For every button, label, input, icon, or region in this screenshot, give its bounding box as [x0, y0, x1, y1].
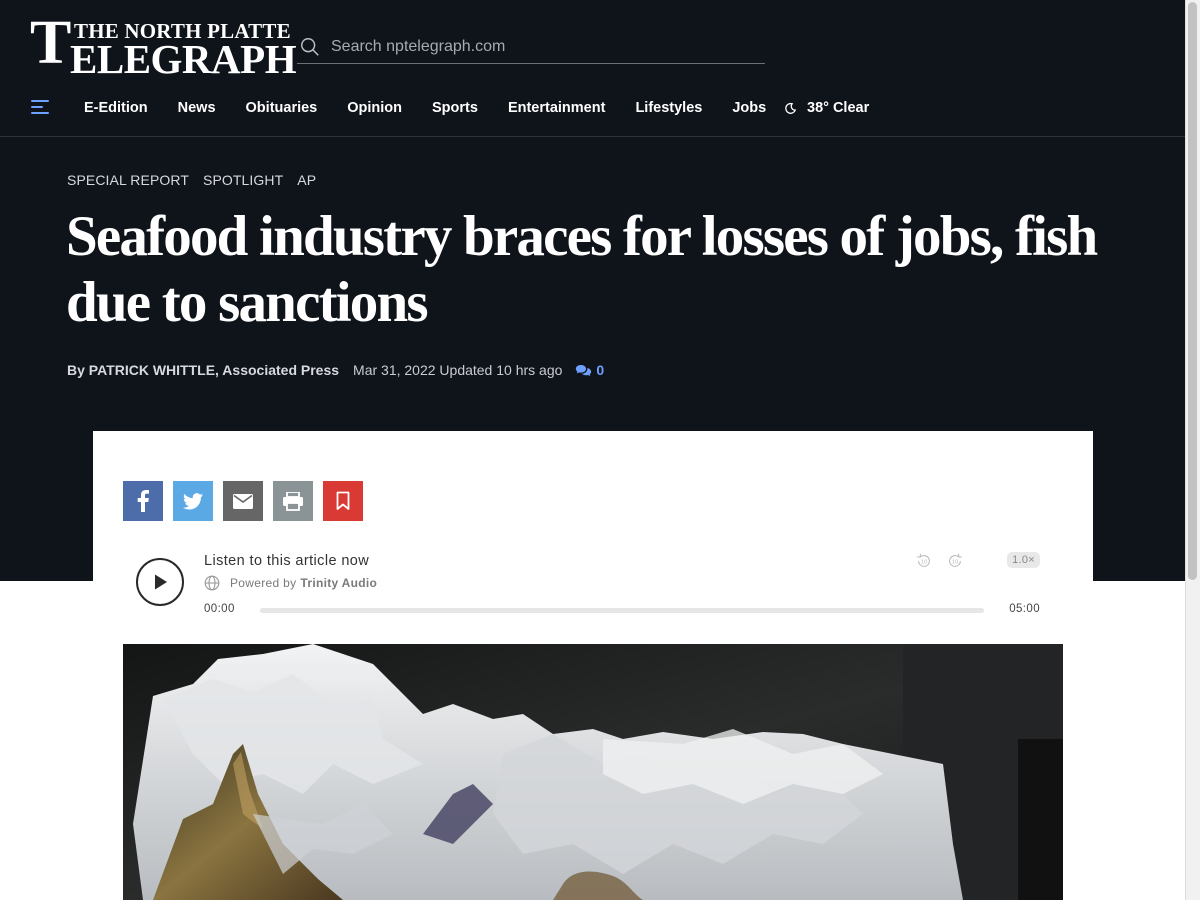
- kicker-spotlight[interactable]: SPOTLIGHT: [203, 172, 283, 188]
- moon-icon: [785, 102, 797, 114]
- article-kickers: SPECIAL REPORT SPOTLIGHT AP: [67, 172, 330, 188]
- article-headline: Seafood industry braces for losses of jo…: [66, 205, 1098, 334]
- nav-item-news[interactable]: News: [178, 100, 216, 116]
- audio-powered-by: Powered by Trinity Audio: [204, 575, 377, 591]
- share-twitter-button[interactable]: [173, 481, 213, 521]
- article-meta: By PATRICK WHITTLE, Associated Press Mar…: [67, 362, 604, 378]
- nav-items: E-Edition News Obituaries Opinion Sports…: [84, 100, 796, 116]
- play-icon: [155, 574, 167, 590]
- nav-item-opinion[interactable]: Opinion: [347, 100, 402, 116]
- search-input[interactable]: [331, 37, 751, 56]
- byline-prefix: By: [67, 362, 85, 378]
- audio-title: Listen to this article now: [204, 553, 370, 569]
- globe-icon: [204, 575, 220, 591]
- save-button[interactable]: [323, 481, 363, 521]
- svg-text:10: 10: [952, 560, 959, 566]
- photo-ice-fish-image: [123, 644, 1063, 900]
- audio-total-time: 05:00: [1009, 603, 1040, 615]
- comments-icon: [576, 364, 592, 376]
- nav-item-e-edition[interactable]: E-Edition: [84, 100, 148, 116]
- email-icon: [233, 493, 253, 509]
- print-button[interactable]: [273, 481, 313, 521]
- site-logo[interactable]: THE NORTH PLATTE T ELEGRAPH: [30, 12, 297, 80]
- logo-main-text: ELEGRAPH: [70, 36, 297, 82]
- nav-item-entertainment[interactable]: Entertainment: [508, 100, 606, 116]
- weather-widget[interactable]: 38° Clear: [784, 100, 869, 116]
- audio-player: Listen to this article now Powered by Tr…: [123, 541, 1043, 631]
- share-facebook-button[interactable]: [123, 481, 163, 521]
- page-scrollbar[interactable]: [1185, 0, 1200, 900]
- byline-author[interactable]: PATRICK WHITTLE, Associated Press: [89, 362, 339, 378]
- nav-item-jobs[interactable]: Jobs: [732, 100, 766, 116]
- search-icon[interactable]: [299, 36, 321, 58]
- article-card: Listen to this article now Powered by Tr…: [93, 431, 1093, 900]
- main-nav: E-Edition News Obituaries Opinion Sports…: [0, 88, 1185, 137]
- forward-10-icon[interactable]: 10: [946, 552, 964, 570]
- bookmark-icon: [336, 491, 350, 510]
- print-icon: [283, 491, 303, 511]
- article-photo[interactable]: [123, 644, 1063, 900]
- playback-speed-button[interactable]: 1.0×: [1007, 552, 1040, 568]
- share-bar: [123, 481, 373, 521]
- audio-progress-bar[interactable]: [260, 608, 984, 613]
- menu-icon[interactable]: [31, 100, 49, 114]
- kicker-special-report[interactable]: SPECIAL REPORT: [67, 172, 189, 188]
- search-bar: [297, 30, 765, 64]
- comments-link[interactable]: 0: [575, 362, 604, 378]
- scrollbar-thumb[interactable]: [1188, 2, 1197, 580]
- play-button[interactable]: [136, 558, 184, 606]
- twitter-icon: [183, 492, 203, 509]
- kicker-ap[interactable]: AP: [297, 172, 316, 188]
- weather-text: 38° Clear: [807, 100, 870, 116]
- nav-item-sports[interactable]: Sports: [432, 100, 478, 116]
- powered-brand[interactable]: Trinity Audio: [300, 576, 377, 590]
- byline: By PATRICK WHITTLE, Associated Press: [67, 362, 339, 378]
- audio-current-time: 00:00: [204, 603, 235, 615]
- comment-count: 0: [596, 362, 605, 378]
- facebook-icon: [137, 490, 149, 512]
- share-email-button[interactable]: [223, 481, 263, 521]
- rewind-10-icon[interactable]: 10: [915, 552, 933, 570]
- powered-prefix: Powered by: [230, 576, 297, 590]
- nav-item-obituaries[interactable]: Obituaries: [246, 100, 318, 116]
- logo-initial: T: [30, 9, 72, 77]
- svg-text:10: 10: [921, 560, 928, 566]
- nav-item-lifestyles[interactable]: Lifestyles: [635, 100, 702, 116]
- article-dateline: Mar 31, 2022 Updated 10 hrs ago: [353, 362, 563, 378]
